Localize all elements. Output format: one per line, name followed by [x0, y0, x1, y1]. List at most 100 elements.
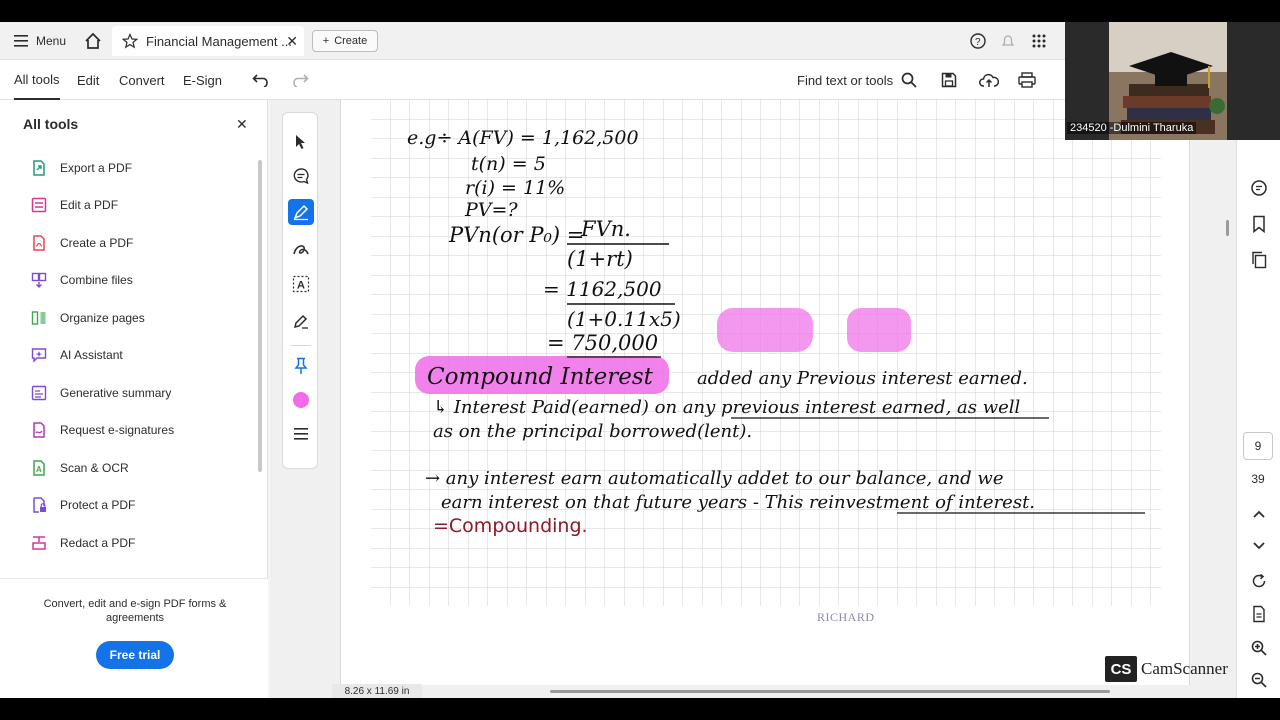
color-picker[interactable] — [288, 387, 314, 413]
notifications-button[interactable] — [1000, 22, 1016, 60]
page-size-label: 8.26 x 11.69 in — [332, 684, 422, 698]
close-panel-icon[interactable]: ✕ — [236, 116, 248, 133]
tool-organize-pages[interactable]: Organize pages — [30, 304, 145, 332]
select-tool[interactable] — [288, 129, 314, 155]
page-number-input[interactable]: 9 — [1243, 432, 1273, 460]
page-total: 39 — [1251, 472, 1265, 486]
tool-generative-summary[interactable]: Generative summary — [30, 379, 171, 407]
tool-scan-ocr[interactable]: A Scan & OCR — [30, 454, 129, 482]
highlight-tool[interactable] — [288, 199, 314, 225]
color-swatch-icon — [293, 392, 309, 408]
panel-scrollbar[interactable] — [258, 160, 262, 472]
pink-scribble-mark — [847, 308, 911, 352]
camscanner-watermark: CS CamScanner — [1105, 656, 1228, 682]
save-button[interactable] — [941, 60, 957, 100]
find-tools-button[interactable]: Find text or tools — [797, 60, 917, 100]
tool-redact-pdf[interactable]: Redact a PDF — [30, 529, 135, 557]
menu-button[interactable]: Menu — [14, 22, 66, 60]
tool-label: AI Assistant — [60, 348, 123, 362]
pin-tool[interactable] — [288, 353, 314, 379]
tool-combine-files[interactable]: Combine files — [30, 266, 133, 294]
tool-ai-assistant[interactable]: AI Assistant — [30, 341, 123, 369]
compound-interest-heading: Compound Interest — [427, 364, 654, 390]
vertical-scrollbar[interactable] — [1226, 220, 1229, 236]
calc-denominator: (1+0.11x5) — [567, 307, 681, 331]
chevron-up-icon — [1253, 510, 1265, 518]
tab-convert[interactable]: Convert — [119, 60, 165, 100]
calc-numerator: = 1162,500 — [543, 277, 662, 301]
text-box-icon: A — [292, 275, 310, 293]
tab-edit[interactable]: Edit — [77, 60, 99, 100]
close-tab-icon[interactable]: ✕ — [286, 33, 298, 50]
cloud-upload-icon — [979, 73, 999, 87]
apps-grid-icon — [1032, 34, 1046, 48]
print-button[interactable] — [1018, 60, 1036, 100]
footer-text: Convert, edit and e-sign PDF forms & agr… — [43, 598, 227, 624]
undo-button[interactable] — [252, 60, 270, 100]
scan-ocr-icon: A — [30, 459, 48, 477]
free-trial-button[interactable]: Free trial — [96, 641, 174, 669]
horizontal-scrollbar[interactable] — [550, 690, 1110, 693]
fill-sign-tool[interactable] — [288, 309, 314, 335]
upload-cloud-button[interactable] — [979, 60, 999, 100]
tab-e-sign[interactable]: E-Sign — [183, 60, 222, 100]
next-page-button[interactable] — [1247, 534, 1271, 558]
tool-export-pdf[interactable]: Export a PDF — [30, 154, 132, 182]
create-button[interactable]: + Create — [312, 30, 378, 52]
tool-label: Redact a PDF — [60, 536, 136, 550]
camscanner-logo: CS — [1105, 656, 1137, 682]
document-tab[interactable]: Financial Management ... ✕ — [112, 26, 304, 56]
cursor-arrow-icon — [296, 135, 305, 149]
bookmark-icon — [1253, 215, 1265, 233]
zoom-in-icon — [1251, 640, 1267, 656]
explanation-line-2: earn interest on that future years - Thi… — [441, 492, 1035, 513]
bookmarks-button[interactable] — [1247, 212, 1271, 236]
ai-assistant-icon — [30, 346, 48, 364]
rotate-button[interactable] — [1247, 569, 1271, 593]
tool-label: Organize pages — [60, 311, 145, 325]
document-viewer: e.g÷ A(FV) = 1,162,500 t(n) = 5 r(i) = 1… — [270, 100, 1236, 698]
zoom-out-icon — [1251, 672, 1267, 688]
comments-button[interactable] — [1247, 176, 1271, 200]
plus-icon: + — [322, 35, 330, 47]
tool-protect-pdf[interactable]: Protect a PDF — [30, 491, 135, 519]
comment-tool[interactable] — [288, 163, 314, 189]
freehand-draw-icon — [293, 245, 309, 255]
svg-text:?: ? — [975, 37, 981, 48]
help-button[interactable]: ? — [970, 22, 986, 60]
chevron-down-icon — [1253, 542, 1265, 550]
draw-tool[interactable] — [288, 237, 314, 263]
more-tools-button[interactable] — [288, 421, 314, 447]
tool-label: Generative summary — [60, 386, 172, 400]
panel-title: All tools — [23, 116, 79, 132]
previous-page-button[interactable] — [1247, 502, 1271, 526]
pages-button[interactable] — [1247, 248, 1271, 272]
e-signature-icon — [30, 421, 48, 439]
text-recognition-tool[interactable]: A — [288, 271, 314, 297]
fill-sign-pen-icon — [293, 314, 308, 329]
tool-request-e-signatures[interactable]: Request e-signatures — [30, 416, 174, 444]
definition-line-1: ↳ Interest Paid(earned) on any previous … — [433, 397, 1021, 418]
redo-button[interactable] — [291, 60, 309, 100]
create-label: Create — [334, 35, 368, 47]
camscanner-text: CamScanner — [1141, 659, 1228, 678]
tab-all-tools[interactable]: All tools — [14, 60, 60, 100]
tool-create-pdf[interactable]: Create a PDF — [30, 229, 133, 257]
home-button[interactable] — [84, 22, 102, 60]
redact-pdf-icon — [30, 534, 48, 552]
scan-footer-text: RICHARD — [817, 610, 875, 624]
toolbar-divider — [291, 345, 311, 346]
panel-footer: Convert, edit and e-sign PDF forms & agr… — [0, 578, 268, 698]
formula-lhs: PVn(or P₀) = — [448, 223, 584, 247]
svg-text:A: A — [36, 465, 42, 474]
right-rail: 9 39 — [1236, 100, 1280, 698]
calc-result: = 750,000 — [547, 331, 658, 355]
zoom-out-button[interactable] — [1247, 668, 1271, 692]
participant-name: 234520 -Dulmini Tharuka — [1067, 122, 1197, 134]
zoom-in-button[interactable] — [1247, 636, 1271, 660]
line-r: r(i) = 11% — [465, 177, 565, 199]
apps-button[interactable] — [1031, 22, 1047, 60]
page-fit-button[interactable] — [1247, 602, 1271, 626]
tool-edit-pdf[interactable]: Edit a PDF — [30, 191, 118, 219]
star-icon[interactable] — [122, 33, 138, 49]
